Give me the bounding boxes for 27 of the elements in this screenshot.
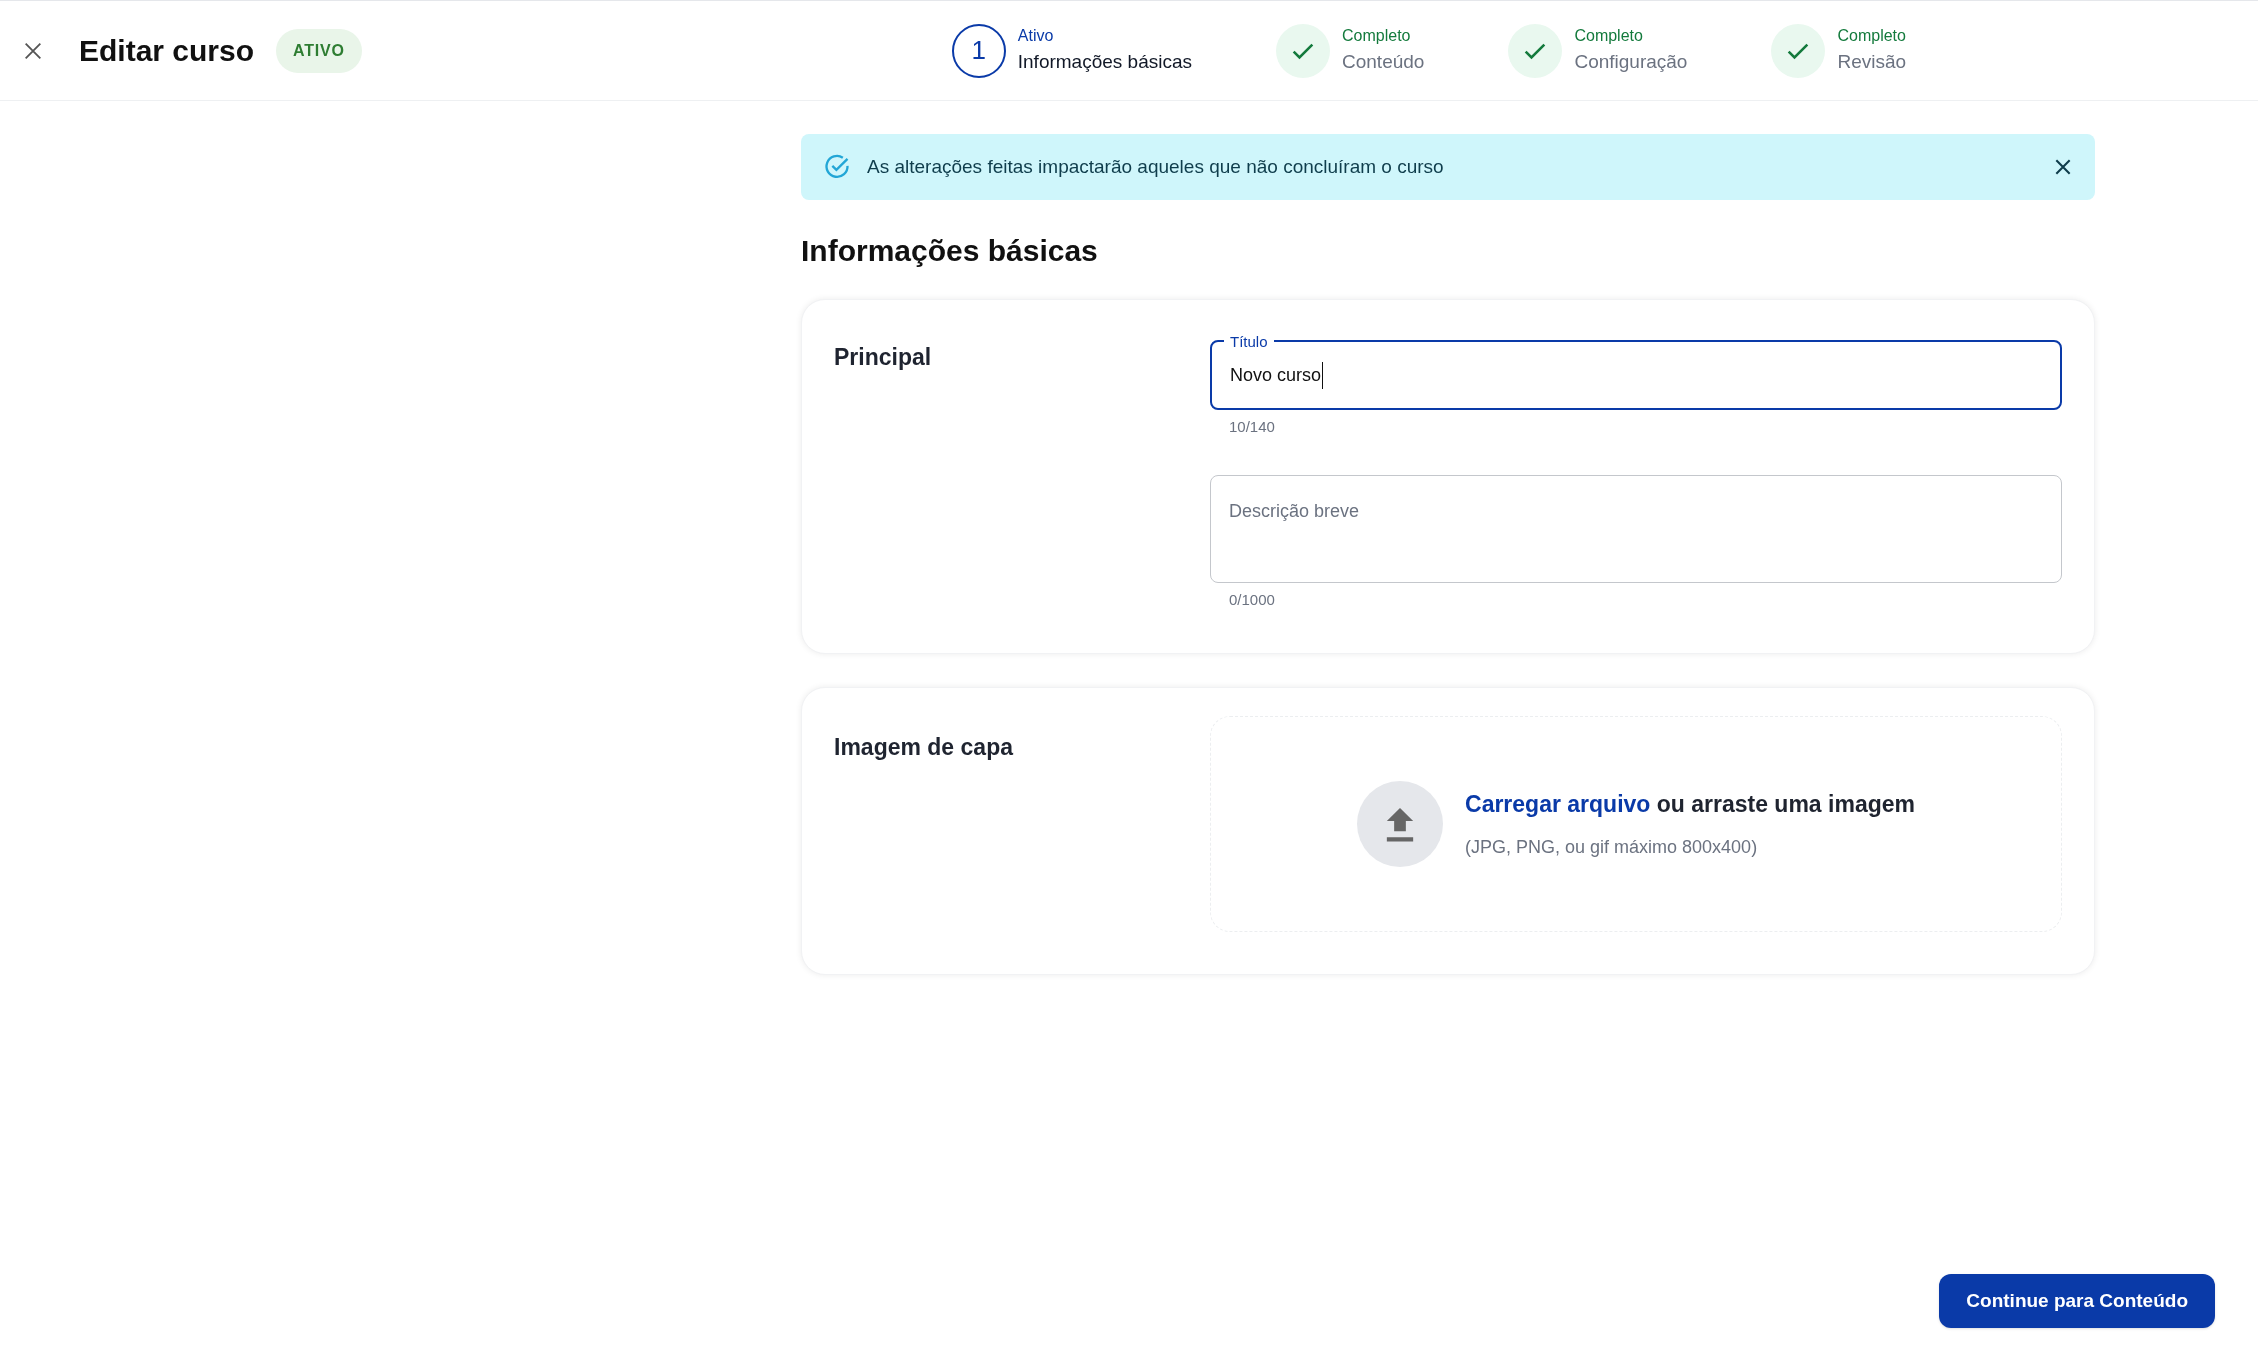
alert-message: As alterações feitas impactarão aqueles que não concluíram o curso xyxy=(867,154,1445,179)
upload-link[interactable]: Carregar arquivo xyxy=(1465,791,1651,818)
check-circle-icon xyxy=(823,153,851,181)
field-value: Novo curso xyxy=(1230,361,1324,389)
step-label[interactable]: Conteúdo xyxy=(1342,48,1425,77)
card-title: Imagem de capa xyxy=(834,733,1015,762)
card-title: Principal xyxy=(834,343,933,372)
step-status: Completo xyxy=(1837,26,1907,47)
page-title: Editar curso xyxy=(79,33,255,69)
step-status: Completo xyxy=(1342,26,1412,47)
close-icon[interactable] xyxy=(2053,157,2073,177)
description-textarea[interactable]: Descrição breve xyxy=(1210,474,2062,583)
step-status: Ativo xyxy=(1017,26,1055,47)
status-badge: ATIVO xyxy=(276,28,362,73)
step-number: 1 xyxy=(951,23,1006,78)
section-title: Informações básicas xyxy=(801,233,1099,269)
field-placeholder: Descrição breve xyxy=(1229,500,1360,521)
upload-hint: (JPG, PNG, ou gif máximo 800x400) xyxy=(1465,835,1759,859)
step-label[interactable]: Revisão xyxy=(1837,48,1907,77)
character-counter: 10/140 xyxy=(1228,417,1276,437)
upload-dropzone[interactable]: Carregar arquivo ou arraste uma imagem (JPG, PNG, ou gif máximo 800x400) xyxy=(1210,716,2062,932)
character-counter: 0/1000 xyxy=(1228,589,1276,610)
step-label[interactable]: Informações básicas xyxy=(1017,48,1192,77)
step-label[interactable]: Configuração xyxy=(1574,48,1688,77)
continue-button[interactable]: Continue para Conteúdo xyxy=(1939,1274,2215,1328)
upload-instruction: Carregar arquivo ou arraste uma imagem xyxy=(1465,790,1915,820)
step-status: Completo xyxy=(1574,26,1644,47)
